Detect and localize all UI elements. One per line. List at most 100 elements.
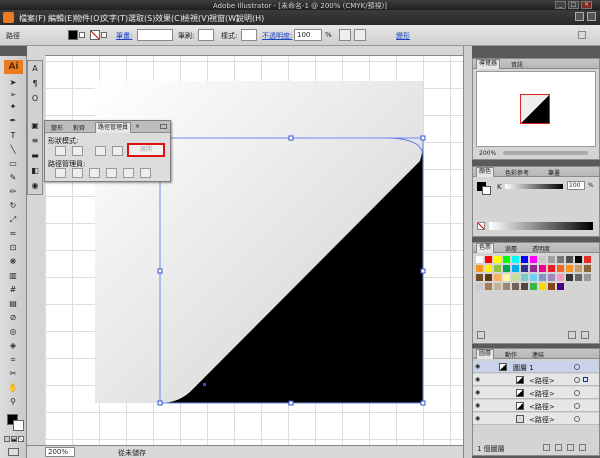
- doc-close-icon[interactable]: [587, 12, 596, 21]
- color-swatch[interactable]: [539, 283, 546, 290]
- tab-align[interactable]: 對齊: [73, 123, 85, 132]
- blend-tool-icon[interactable]: ◎: [8, 327, 18, 337]
- graph-tool-icon[interactable]: ▥: [8, 271, 18, 281]
- sublayer-row[interactable]: ◉ <路徑>: [473, 400, 599, 412]
- recolor-icon[interactable]: [339, 29, 351, 41]
- color-swatch[interactable]: [584, 274, 591, 281]
- navigator-preview[interactable]: [476, 71, 596, 147]
- color-swatch[interactable]: [494, 283, 501, 290]
- rectangle-tool-icon[interactable]: ▭: [8, 159, 18, 169]
- bbox-handle-tr[interactable]: [420, 135, 426, 141]
- intersect-icon[interactable]: [95, 146, 106, 156]
- tab-gradient[interactable]: 漸層: [503, 244, 519, 253]
- minimize-button[interactable]: _: [555, 1, 566, 9]
- color-swatch[interactable]: [539, 274, 546, 281]
- color-swatch[interactable]: [530, 265, 537, 272]
- selection-tool-icon[interactable]: ➤: [8, 78, 18, 88]
- free-transform-icon[interactable]: ⊡: [8, 243, 18, 253]
- selected-indicator-icon[interactable]: [583, 377, 588, 382]
- opacity-input[interactable]: 100: [294, 29, 322, 41]
- color-swatch[interactable]: [503, 256, 510, 263]
- pencil-icon[interactable]: ✏: [8, 187, 18, 197]
- outline-icon[interactable]: [123, 168, 134, 178]
- color-swatch[interactable]: [530, 256, 537, 263]
- menu-select[interactable]: 選取(S): [128, 13, 155, 24]
- minus-front-icon[interactable]: [72, 146, 83, 156]
- align-icon[interactable]: [354, 29, 366, 41]
- color-swatch[interactable]: [539, 256, 546, 263]
- transform-link[interactable]: 變形: [396, 31, 410, 41]
- new-sublayer-icon[interactable]: [555, 444, 562, 451]
- warp-tool-icon[interactable]: ≈: [8, 229, 18, 239]
- color-swatch[interactable]: [557, 274, 564, 281]
- delete-layer-icon[interactable]: [579, 444, 586, 451]
- tab-transparency[interactable]: 透明度: [530, 244, 552, 253]
- maximize-button[interactable]: □: [568, 1, 579, 9]
- zoom-tool-icon[interactable]: ⚲: [8, 397, 18, 407]
- color-swatch[interactable]: [521, 256, 528, 263]
- stroke-weight-field[interactable]: [137, 29, 173, 41]
- transparency-panel-icon[interactable]: ◧: [30, 166, 40, 176]
- eyedropper-icon[interactable]: ⊘: [8, 313, 18, 323]
- make-clipping-mask-icon[interactable]: [543, 444, 550, 451]
- target-circle-icon[interactable]: [574, 403, 580, 409]
- slice-tool-icon[interactable]: ⌗: [8, 355, 18, 365]
- menu-edit[interactable]: 編輯(E): [48, 13, 75, 24]
- color-swatch[interactable]: [521, 265, 528, 272]
- color-swatch[interactable]: [539, 265, 546, 272]
- bbox-handle-l[interactable]: [157, 268, 163, 274]
- line-tool-icon[interactable]: ╲: [8, 145, 18, 155]
- menu-view[interactable]: 檢視(V): [182, 13, 210, 24]
- color-swatch[interactable]: [575, 265, 582, 272]
- color-swatch[interactable]: [512, 256, 519, 263]
- tab-swatches[interactable]: 色票: [476, 243, 495, 253]
- trim-icon[interactable]: [72, 168, 83, 178]
- tab-pathfinder[interactable]: 路徑管理員: [95, 122, 132, 133]
- color-swatch[interactable]: [512, 283, 519, 290]
- color-swatch[interactable]: [584, 265, 591, 272]
- color-swatch[interactable]: [557, 256, 564, 263]
- color-swatch[interactable]: [566, 274, 573, 281]
- target-circle-icon[interactable]: [574, 416, 580, 422]
- tab-info[interactable]: 資訊: [509, 60, 525, 69]
- target-circle-icon[interactable]: [574, 390, 580, 396]
- magic-wand-icon[interactable]: ✦: [8, 102, 18, 112]
- live-paint-icon[interactable]: ◈: [8, 341, 18, 351]
- color-swatch[interactable]: [503, 283, 510, 290]
- canvas[interactable]: [45, 56, 463, 445]
- color-swatch[interactable]: [494, 265, 501, 272]
- horizontal-ruler[interactable]: [45, 46, 463, 56]
- color-swatch[interactable]: [557, 283, 564, 290]
- paragraph-icon[interactable]: ¶: [30, 79, 40, 89]
- color-swatch[interactable]: [521, 274, 528, 281]
- doc-minimize-icon[interactable]: [575, 12, 584, 21]
- visibility-eye-icon[interactable]: ◉: [475, 389, 480, 396]
- color-swatch[interactable]: [512, 274, 519, 281]
- type-tool-icon[interactable]: T: [8, 131, 18, 141]
- pathfinder-menu-icon[interactable]: [160, 124, 167, 129]
- color-swatch[interactable]: [485, 274, 492, 281]
- color-stroke-swatch[interactable]: [482, 186, 491, 195]
- stroke-label[interactable]: 筆畫:: [116, 31, 132, 41]
- color-swatch[interactable]: [476, 274, 483, 281]
- color-swatch[interactable]: [485, 265, 492, 272]
- target-circle-icon[interactable]: [574, 377, 580, 383]
- tab-color[interactable]: 顏色: [476, 167, 495, 177]
- color-swatch[interactable]: [575, 256, 582, 263]
- exclude-icon[interactable]: [112, 146, 123, 156]
- color-swatch[interactable]: [566, 265, 573, 272]
- menu-window[interactable]: 視窗(W): [209, 13, 239, 24]
- color-swatch[interactable]: [530, 274, 537, 281]
- visibility-eye-icon[interactable]: ◉: [475, 376, 480, 383]
- color-swatch[interactable]: [476, 265, 483, 272]
- tab-layers[interactable]: 圖層: [476, 349, 495, 359]
- zoom-field[interactable]: 200%: [45, 447, 75, 457]
- bbox-handle-bl[interactable]: [157, 400, 163, 406]
- visibility-eye-icon[interactable]: ◉: [475, 402, 480, 409]
- color-swatch[interactable]: [584, 256, 591, 263]
- color-swatch[interactable]: [476, 283, 483, 290]
- sublayer-name[interactable]: <路徑>: [529, 389, 555, 399]
- fill-dropdown-icon[interactable]: [79, 32, 85, 38]
- navigator-zoom-slider[interactable]: [503, 151, 588, 155]
- expand-button[interactable]: 展開: [127, 143, 165, 157]
